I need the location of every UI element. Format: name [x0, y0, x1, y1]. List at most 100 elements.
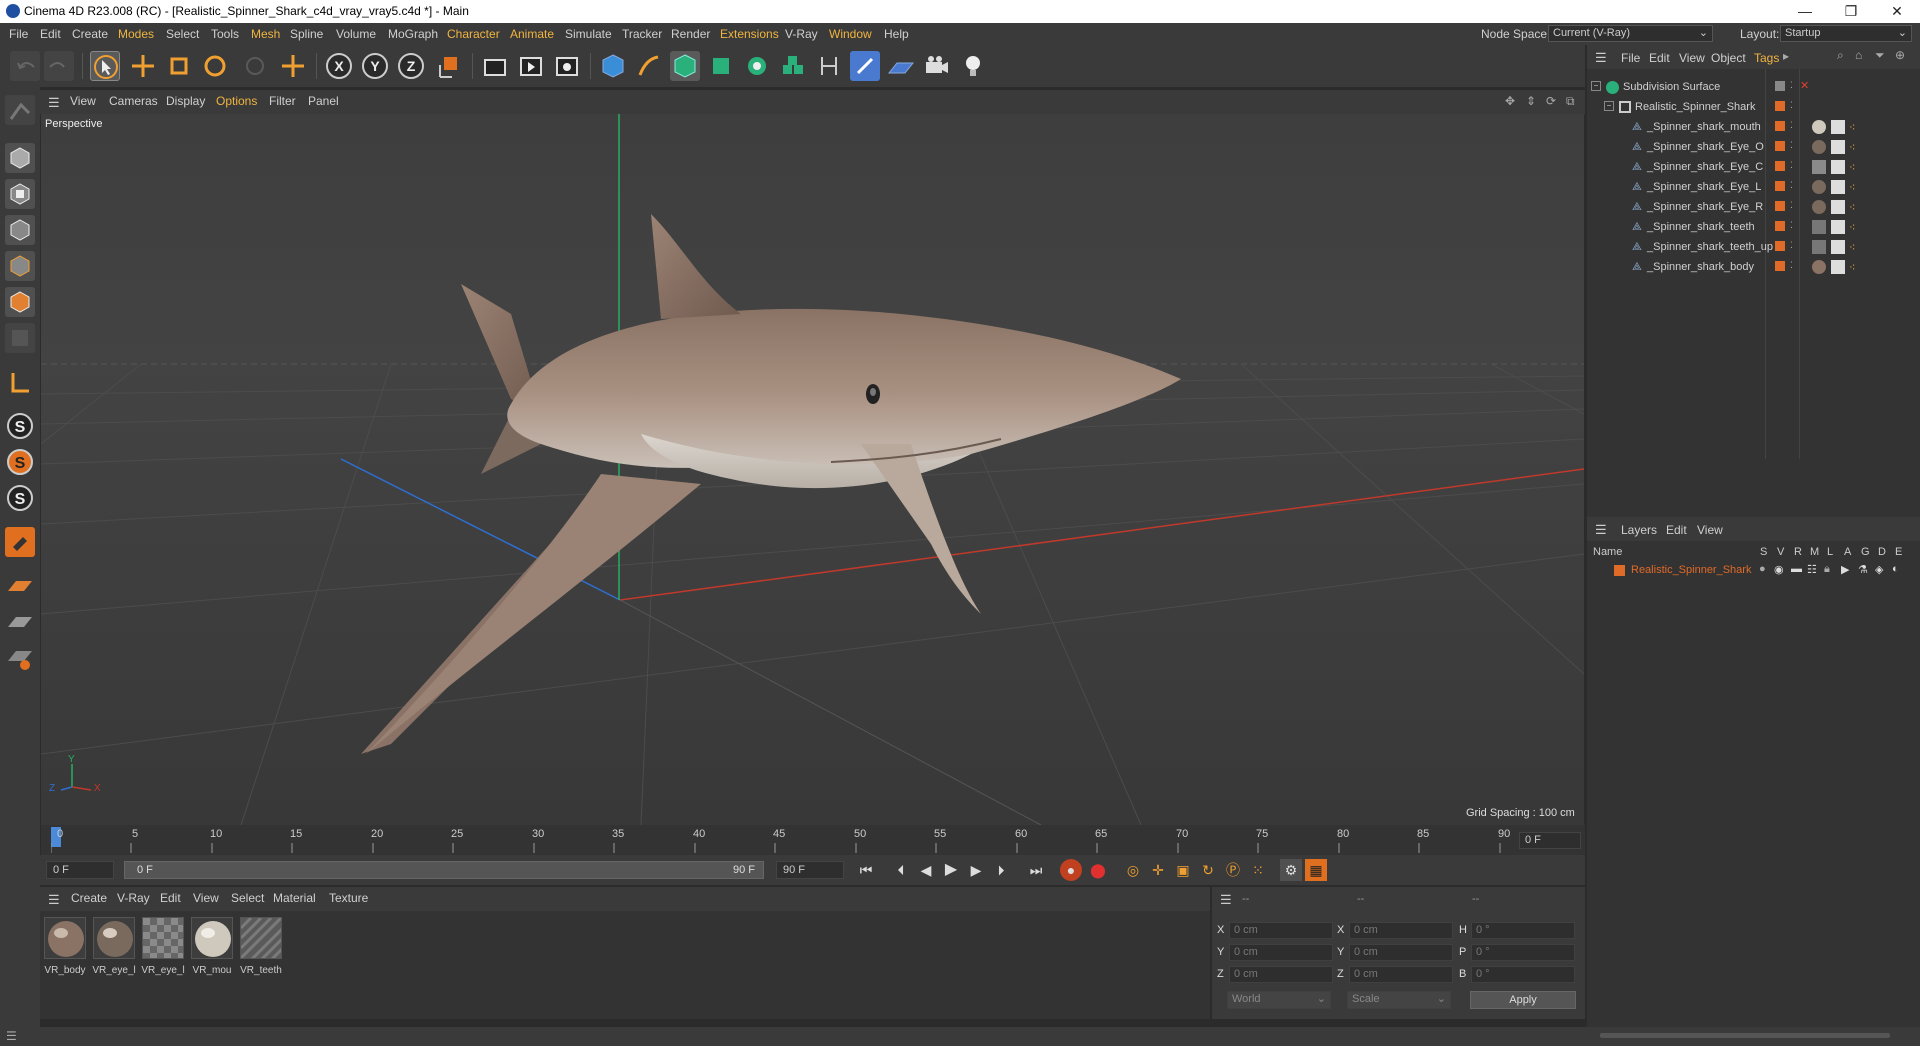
- filter-icon[interactable]: ⏷: [1875, 48, 1885, 63]
- undo-button[interactable]: [10, 51, 40, 81]
- recent-tool-button[interactable]: [240, 51, 270, 81]
- object-menu-object[interactable]: Object: [1711, 51, 1746, 65]
- deformer-icon[interactable]: ◈: [1875, 563, 1883, 576]
- scale-tool-button[interactable]: [164, 51, 194, 81]
- check-icon[interactable]: [1775, 81, 1785, 91]
- texture-tag-icon[interactable]: ⁖: [1849, 121, 1855, 134]
- layer-color-swatch[interactable]: [1614, 565, 1625, 576]
- material-menu-vray[interactable]: V-Ray: [117, 891, 150, 905]
- select-tool-button[interactable]: [90, 51, 120, 81]
- generator-icon[interactable]: ⚗: [1858, 563, 1868, 576]
- texture-tag-icon[interactable]: ⁖: [1849, 161, 1855, 174]
- maximize-view-icon[interactable]: ⧉: [1566, 94, 1575, 109]
- visibility-dots-icon[interactable]: ⁚: [1790, 100, 1793, 111]
- layers-menu-view[interactable]: View: [1697, 523, 1723, 537]
- menu-select[interactable]: Select: [166, 27, 199, 41]
- viewport-menu-panel[interactable]: Panel: [308, 94, 339, 108]
- menu-animate[interactable]: Animate: [510, 27, 554, 41]
- material-tag-icon[interactable]: [1812, 140, 1826, 154]
- cloner-button[interactable]: [742, 51, 772, 81]
- render-icon[interactable]: ▬: [1791, 563, 1802, 575]
- visibility-dots-icon[interactable]: ⁚: [1790, 80, 1793, 91]
- layer-color-icon[interactable]: [1775, 101, 1785, 111]
- world-coordinates-button[interactable]: [434, 51, 464, 81]
- close-button[interactable]: ✕: [1874, 0, 1920, 23]
- material-tag-icon[interactable]: [1812, 260, 1826, 274]
- material-tag-icon[interactable]: [1812, 160, 1826, 174]
- timeline-ruler[interactable]: 0 5 10 15 20 25 30 35 40 45 50 55 60 65 …: [41, 825, 1585, 855]
- object-menu-view[interactable]: View: [1679, 51, 1705, 65]
- uvw-tag-icon[interactable]: [1831, 160, 1845, 174]
- layer-row[interactable]: Realistic_Spinner_Shark ● ◉ ▬ ☷ 🔒︎ ▶ ⚗ ◈…: [1587, 561, 1920, 581]
- size-x-field[interactable]: 0 cm: [1349, 922, 1453, 939]
- disabled-x-icon[interactable]: ✕: [1800, 79, 1809, 92]
- key-rotation-button[interactable]: ↻: [1197, 859, 1219, 881]
- texture-tag-icon[interactable]: ⁖: [1849, 221, 1855, 234]
- hamburger-icon[interactable]: ☰: [48, 892, 60, 908]
- material-menu-material[interactable]: Material: [273, 891, 316, 905]
- x-axis-lock-button[interactable]: X: [324, 51, 354, 81]
- go-to-end-button[interactable]: ⏭: [1025, 859, 1047, 881]
- rotation-h-field[interactable]: 0 °: [1471, 922, 1575, 939]
- key-scale-button[interactable]: ▣: [1172, 859, 1194, 881]
- move-tool-button[interactable]: [128, 51, 158, 81]
- maximize-button[interactable]: ❐: [1828, 0, 1874, 23]
- layer-color-icon[interactable]: [1775, 241, 1785, 251]
- material-menu-select[interactable]: Select: [231, 891, 264, 905]
- material-swatch[interactable]: VR_mou: [190, 917, 234, 976]
- tree-row-child[interactable]: ⟁ _Spinner_shark_teeth ⁚ ⁖: [1587, 218, 1920, 238]
- coordinate-system-button[interactable]: [278, 51, 308, 81]
- object-menu-edit[interactable]: Edit: [1649, 51, 1670, 65]
- rotation-b-field[interactable]: 0 °: [1471, 966, 1575, 983]
- timeline-window-button[interactable]: ▦: [1305, 859, 1327, 881]
- menu-create[interactable]: Create: [72, 27, 108, 41]
- material-tag-icon[interactable]: [1812, 180, 1826, 194]
- material-swatch[interactable]: VR_eye_l: [141, 917, 185, 976]
- visibility-dots-icon[interactable]: ⁚: [1790, 240, 1793, 251]
- menu-tools[interactable]: Tools: [211, 27, 239, 41]
- material-tag-icon[interactable]: [1812, 240, 1826, 254]
- horizontal-scrollbar[interactable]: [1600, 1033, 1890, 1038]
- material-menu-texture[interactable]: Texture: [329, 891, 368, 905]
- rotate-view-icon[interactable]: ⟳: [1546, 94, 1556, 108]
- layer-color-icon[interactable]: [1775, 181, 1785, 191]
- node-space-dropdown[interactable]: Current (V-Ray) ⌄: [1548, 25, 1713, 42]
- menu-simulate[interactable]: Simulate: [565, 27, 612, 41]
- uvw-tag-icon[interactable]: [1831, 200, 1845, 214]
- visibility-dots-icon[interactable]: ⁚: [1790, 140, 1793, 151]
- render-view-button[interactable]: [480, 51, 510, 81]
- camera-button[interactable]: [922, 51, 952, 81]
- viewport-menu-display[interactable]: Display: [166, 94, 205, 108]
- size-z-field[interactable]: 0 cm: [1349, 966, 1453, 983]
- record-keys-button[interactable]: ●: [1060, 859, 1082, 881]
- position-x-field[interactable]: 0 cm: [1229, 922, 1333, 939]
- next-key-button[interactable]: ⏵: [990, 859, 1012, 881]
- texture-tag-icon[interactable]: ⁖: [1849, 261, 1855, 274]
- search-icon[interactable]: ⌕: [1837, 48, 1844, 63]
- tree-row-child[interactable]: ⟁ _Spinner_shark_teeth_up ⁚ ⁖: [1587, 238, 1920, 258]
- edges-mode-button[interactable]: [5, 251, 35, 281]
- material-menu-create[interactable]: Create: [71, 891, 107, 905]
- menu-mograph[interactable]: MoGraph: [388, 27, 438, 41]
- viewport-menu-options[interactable]: Options: [216, 94, 257, 108]
- workplane-button[interactable]: [5, 571, 35, 601]
- menu-modes[interactable]: Modes: [118, 27, 154, 41]
- uvw-tag-icon[interactable]: [1831, 180, 1845, 194]
- arrow-right-icon[interactable]: ▸: [1783, 49, 1789, 63]
- end-frame-field[interactable]: 90 F: [776, 861, 844, 879]
- layer-color-icon[interactable]: [1775, 221, 1785, 231]
- hamburger-icon[interactable]: ☰: [1220, 892, 1232, 908]
- manager-icon[interactable]: ☷: [1807, 563, 1817, 576]
- lock-workplane-button[interactable]: [5, 607, 35, 637]
- visibility-dots-icon[interactable]: ⁚: [1790, 160, 1793, 171]
- tree-row-child[interactable]: ⟁ _Spinner_shark_Eye_C ⁚ ⁖: [1587, 158, 1920, 178]
- tree-row-child[interactable]: ⟁ _Spinner_shark_Eye_O ⁚ ⁖: [1587, 138, 1920, 158]
- magnet-button[interactable]: [5, 527, 35, 557]
- cube-button[interactable]: [598, 51, 628, 81]
- layer-name[interactable]: Realistic_Spinner_Shark: [1631, 564, 1751, 576]
- polygons-mode-button[interactable]: [5, 287, 35, 317]
- previous-key-button[interactable]: ⏴: [890, 859, 912, 881]
- menu-mesh[interactable]: Mesh: [251, 27, 280, 41]
- size-y-field[interactable]: 0 cm: [1349, 944, 1453, 961]
- deformer-button[interactable]: [814, 51, 844, 81]
